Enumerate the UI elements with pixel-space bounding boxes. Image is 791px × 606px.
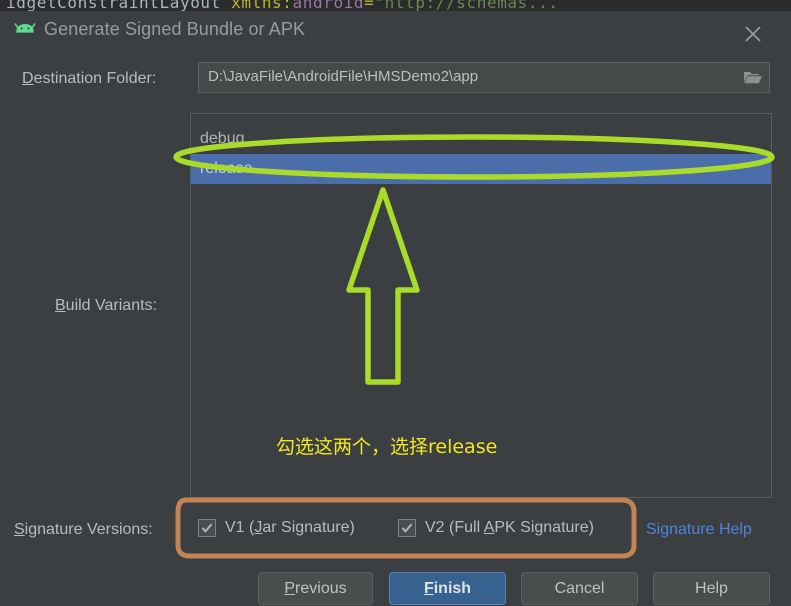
destination-folder-value: D:\JavaFile\AndroidFile\HMSDemo2\app — [208, 68, 479, 85]
finish-button[interactable]: Finish — [389, 572, 506, 605]
code-token-value: "http://schemas... — [374, 0, 559, 11]
build-variants-label: Build Variants: — [55, 297, 157, 315]
build-variants-label-mnemonic: B — [55, 297, 66, 314]
code-token-attr: xmlns: — [220, 0, 293, 11]
checkbox-v2-label-post: PK Signature) — [494, 519, 594, 536]
generate-signed-bundle-dialog: Generate Signed Bundle or APK Destinatio… — [0, 11, 791, 606]
list-item-release[interactable]: release — [191, 154, 771, 184]
finish-button-mnemonic: F — [423, 579, 434, 597]
check-icon — [201, 523, 213, 533]
checkbox-v1-label: V1 (Jar Signature) — [225, 519, 355, 537]
destination-folder-label-mnemonic: D — [22, 70, 34, 87]
ide-code-line: idgetConstraintLayout xmlns:android="htt… — [6, 0, 559, 11]
code-token-namespace: android — [292, 0, 365, 11]
checkbox-v2-box[interactable] — [398, 519, 416, 537]
destination-folder-label-text: estination Folder: — [33, 70, 157, 87]
previous-button[interactable]: Previous — [258, 572, 373, 605]
dialog-titlebar: Generate Signed Bundle or APK — [0, 11, 791, 51]
signature-help-link[interactable]: Signature Help — [646, 521, 752, 539]
check-icon — [401, 523, 413, 533]
cancel-button-label: Cancel — [554, 579, 605, 597]
checkbox-v2-label-mnemonic: A — [483, 519, 495, 536]
annotation-note-text: 勾选这两个，选择release — [276, 436, 498, 458]
list-item-debug[interactable]: debug — [191, 124, 771, 154]
folder-icon[interactable] — [743, 69, 763, 86]
build-variants-label-text: uild Variants: — [65, 297, 157, 314]
checkbox-v1-box[interactable] — [198, 519, 216, 537]
help-button-label: Help — [695, 579, 728, 597]
checkbox-v1-label-post: ar Signature) — [262, 519, 355, 536]
ide-background-code-strip: idgetConstraintLayout xmlns:android="htt… — [0, 0, 791, 11]
code-token-equals: = — [364, 0, 375, 11]
screenshot-root: idgetConstraintLayout xmlns:android="htt… — [0, 0, 791, 606]
checkbox-v1-jar-signature[interactable]: V1 (Jar Signature) — [198, 519, 355, 537]
checkbox-v1-label-pre: V1 ( — [225, 519, 255, 536]
signature-versions-label: Signature Versions: — [14, 521, 153, 539]
help-button[interactable]: Help — [653, 572, 770, 605]
previous-button-label: revious — [295, 579, 347, 597]
close-icon[interactable] — [740, 21, 766, 47]
checkbox-v2-label-pre: V2 (Full — [425, 519, 484, 536]
signature-versions-label-mnemonic: S — [14, 521, 25, 538]
android-robot-icon — [14, 21, 36, 39]
finish-button-label: inish — [433, 579, 472, 597]
destination-folder-input[interactable]: D:\JavaFile\AndroidFile\HMSDemo2\app — [198, 62, 770, 93]
previous-button-mnemonic: P — [284, 579, 296, 597]
dialog-title: Generate Signed Bundle or APK — [44, 19, 306, 39]
destination-folder-label: Destination Folder: — [22, 70, 156, 88]
cancel-button[interactable]: Cancel — [521, 572, 638, 605]
checkbox-v2-label: V2 (Full APK Signature) — [425, 519, 594, 537]
signature-versions-label-text: ignature Versions: — [24, 521, 153, 538]
checkbox-v2-full-apk-signature[interactable]: V2 (Full APK Signature) — [398, 519, 594, 537]
code-token-tag: idgetConstraintLayout — [6, 0, 221, 11]
